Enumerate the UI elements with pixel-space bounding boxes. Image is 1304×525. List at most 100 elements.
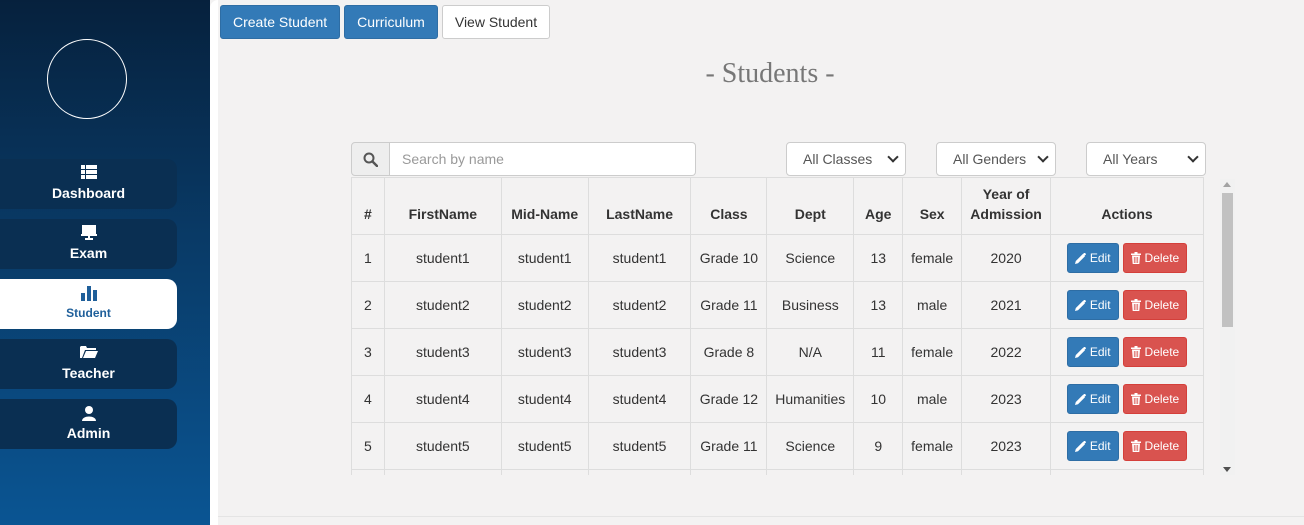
scroll-up-arrow-icon[interactable]	[1223, 182, 1231, 187]
scroll-thumb[interactable]	[1222, 193, 1233, 327]
scroll-down-arrow-icon[interactable]	[1223, 467, 1231, 472]
cell-sex: female	[902, 234, 963, 282]
class-select[interactable]: All Classes	[786, 142, 906, 176]
cell-index: 1	[351, 234, 385, 282]
cell-empty	[853, 469, 904, 475]
edit-button[interactable]: Edit	[1066, 384, 1119, 414]
year-select[interactable]: All Years	[1086, 142, 1206, 176]
cell-age: 13	[853, 234, 904, 282]
trash-icon	[1130, 346, 1141, 358]
table-row: 3 student3 student3 student3 Grade 8 N/A 11 fem…	[351, 328, 1204, 376]
cell-dept: Science	[766, 422, 855, 470]
cell-age: 10	[853, 375, 904, 423]
sidebar-item-teacher[interactable]: Teacher	[0, 339, 177, 389]
search-group	[351, 142, 696, 176]
folder-open-icon	[0, 345, 177, 363]
sidebar-item-label: Dashboard	[51, 185, 126, 201]
cell-lastname: student2	[587, 281, 692, 329]
chevron-down-icon	[1037, 151, 1049, 163]
table-header-row: # FirstName Mid-Name LastName Class Dept…	[351, 177, 1204, 235]
page-title: - Students -	[705, 58, 835, 89]
edit-button[interactable]: Edit	[1066, 243, 1119, 273]
edit-button[interactable]: Edit	[1066, 290, 1119, 320]
delete-button[interactable]: Delete	[1122, 337, 1188, 367]
create-student-button[interactable]: Create Student	[220, 5, 341, 39]
curriculum-button[interactable]: Curriculum	[344, 5, 438, 39]
search-icon	[351, 142, 390, 176]
row-actions: Edit Delete	[1051, 243, 1203, 273]
view-student-button[interactable]: View Student	[441, 5, 551, 39]
header-class: Class	[690, 177, 768, 235]
cell-actions: Edit Delete	[1050, 422, 1204, 470]
sidebar-item-dashboard[interactable]: Dashboard	[0, 159, 177, 209]
delete-button[interactable]: Delete	[1122, 431, 1188, 461]
table-row: 4 student4 student4 student4 Grade 12 Humanit…	[351, 375, 1204, 423]
delete-label: Delete	[1144, 298, 1180, 312]
table-row: 5 student5 student5 student5 Grade 11 Science…	[351, 422, 1204, 470]
th-list-icon	[0, 165, 177, 183]
cell-actions: Edit Delete	[1050, 328, 1204, 376]
delete-button[interactable]: Delete	[1122, 290, 1188, 320]
cell-sex: male	[902, 281, 963, 329]
cell-index: 5	[351, 422, 385, 470]
students-table: # FirstName Mid-Name LastName Class Dept…	[351, 177, 1204, 475]
search-input[interactable]	[390, 142, 696, 176]
cell-actions: Edit Delete	[1050, 375, 1204, 423]
cell-sex: male	[902, 375, 963, 423]
pencil-icon	[1074, 393, 1086, 405]
gender-select-value: All Genders	[953, 151, 1027, 167]
sidebar-item-exam[interactable]: Exam	[0, 219, 177, 269]
table-row: 1 student1 student1 student1 Grade 10 Science…	[351, 234, 1204, 282]
sidebar-item-student[interactable]: Student	[0, 279, 177, 329]
bar-chart-icon	[0, 285, 177, 303]
edit-button[interactable]: Edit	[1066, 431, 1119, 461]
cell-empty	[587, 469, 692, 475]
cell-midname: student4	[500, 375, 589, 423]
pencil-icon	[1074, 346, 1086, 358]
pencil-icon	[1074, 440, 1086, 452]
cell-empty	[690, 469, 768, 475]
cell-firstname: student2	[383, 281, 502, 329]
edit-label: Edit	[1089, 392, 1111, 406]
cell-midname: student2	[500, 281, 589, 329]
table-scrollbar[interactable]	[1220, 179, 1235, 475]
trash-icon	[1130, 252, 1141, 264]
cell-class: Grade 11	[690, 281, 768, 329]
footer-divider	[218, 516, 1304, 517]
cell-class: Grade 11	[690, 422, 768, 470]
trash-icon	[1130, 440, 1141, 452]
cell-firstname: student1	[383, 234, 502, 282]
toolbar: Create Student Curriculum View Student	[220, 5, 551, 39]
delete-button[interactable]: Delete	[1122, 243, 1188, 273]
chevron-down-icon	[887, 151, 899, 163]
cell-empty	[902, 469, 963, 475]
cell-empty	[351, 469, 385, 475]
edit-label: Edit	[1089, 345, 1111, 359]
edit-label: Edit	[1089, 439, 1111, 453]
cell-lastname: student4	[587, 375, 692, 423]
cell-empty	[766, 469, 855, 475]
sidebar-item-admin[interactable]: Admin	[0, 399, 177, 449]
edit-button[interactable]: Edit	[1066, 337, 1119, 367]
cell-index: 3	[351, 328, 385, 376]
sidebar-item-label: Exam	[69, 245, 108, 261]
table-row	[351, 469, 1204, 475]
cell-lastname: student5	[587, 422, 692, 470]
sidebar-item-label: Student	[66, 306, 111, 320]
row-actions: Edit Delete	[1051, 337, 1203, 367]
cell-empty	[961, 469, 1052, 475]
cell-empty	[500, 469, 589, 475]
cell-year: 2022	[961, 328, 1052, 376]
cell-sex: female	[902, 422, 963, 470]
trash-icon	[1130, 299, 1141, 311]
delete-label: Delete	[1144, 439, 1180, 453]
class-select-value: All Classes	[803, 151, 873, 167]
gender-select[interactable]: All Genders	[936, 142, 1056, 176]
trash-icon	[1130, 393, 1141, 405]
cell-midname: student5	[500, 422, 589, 470]
cell-year: 2021	[961, 281, 1052, 329]
header-actions: Actions	[1050, 177, 1204, 235]
delete-button[interactable]: Delete	[1122, 384, 1188, 414]
cell-age: 9	[853, 422, 904, 470]
edit-label: Edit	[1089, 298, 1111, 312]
